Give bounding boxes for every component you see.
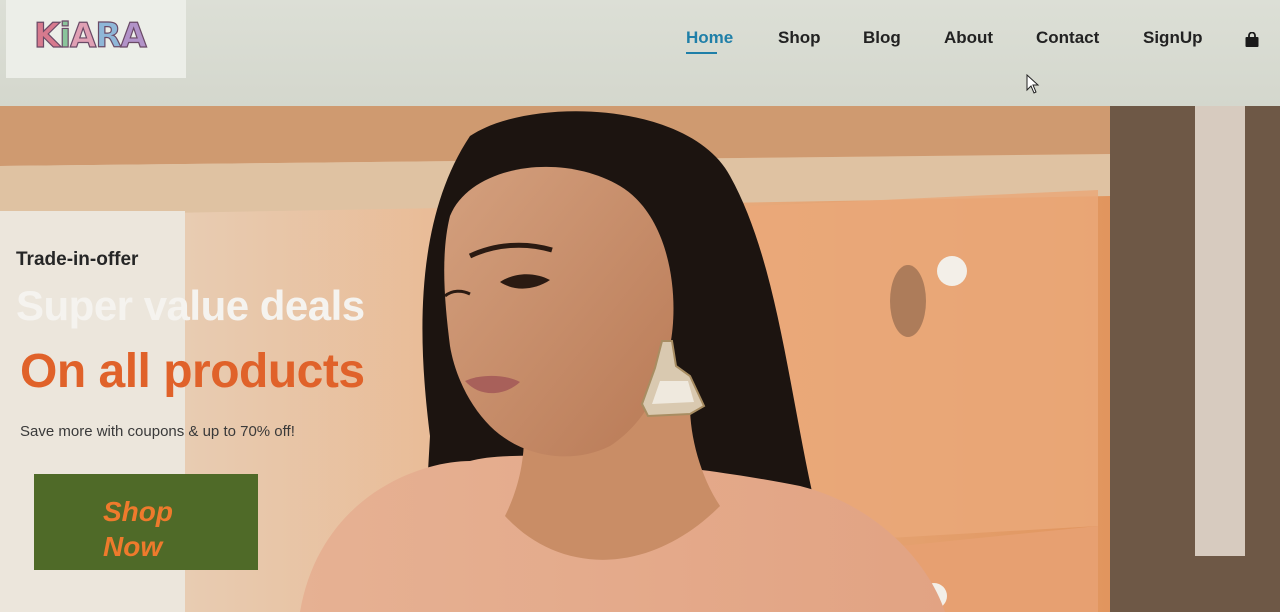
nav-link-about[interactable]: About — [944, 28, 993, 48]
nav-link-blog[interactable]: Blog — [863, 28, 901, 48]
mouse-cursor-icon — [1026, 74, 1040, 94]
hero-banner: Trade-in-offer Super value deals On all … — [0, 106, 1280, 612]
nav-link-home[interactable]: Home — [686, 28, 733, 54]
shop-now-button[interactable]: Shop Now — [34, 474, 258, 570]
nav-link-shop[interactable]: Shop — [778, 28, 821, 48]
hero-subheadline: On all products — [20, 345, 365, 398]
hero-tagline: Trade-in-offer — [16, 249, 139, 270]
site-header: KiARA Home Shop Blog About Contact SignU… — [0, 0, 1280, 106]
nav-link-contact[interactable]: Contact — [1036, 28, 1099, 48]
nav-link-signup[interactable]: SignUp — [1143, 28, 1203, 48]
hero-headline: Super value deals — [16, 282, 365, 329]
shopping-bag-icon[interactable] — [1244, 32, 1260, 48]
main-nav: Home Shop Blog About Contact SignUp — [0, 28, 1280, 58]
hero-description: Save more with coupons & up to 70% off! — [20, 423, 295, 440]
